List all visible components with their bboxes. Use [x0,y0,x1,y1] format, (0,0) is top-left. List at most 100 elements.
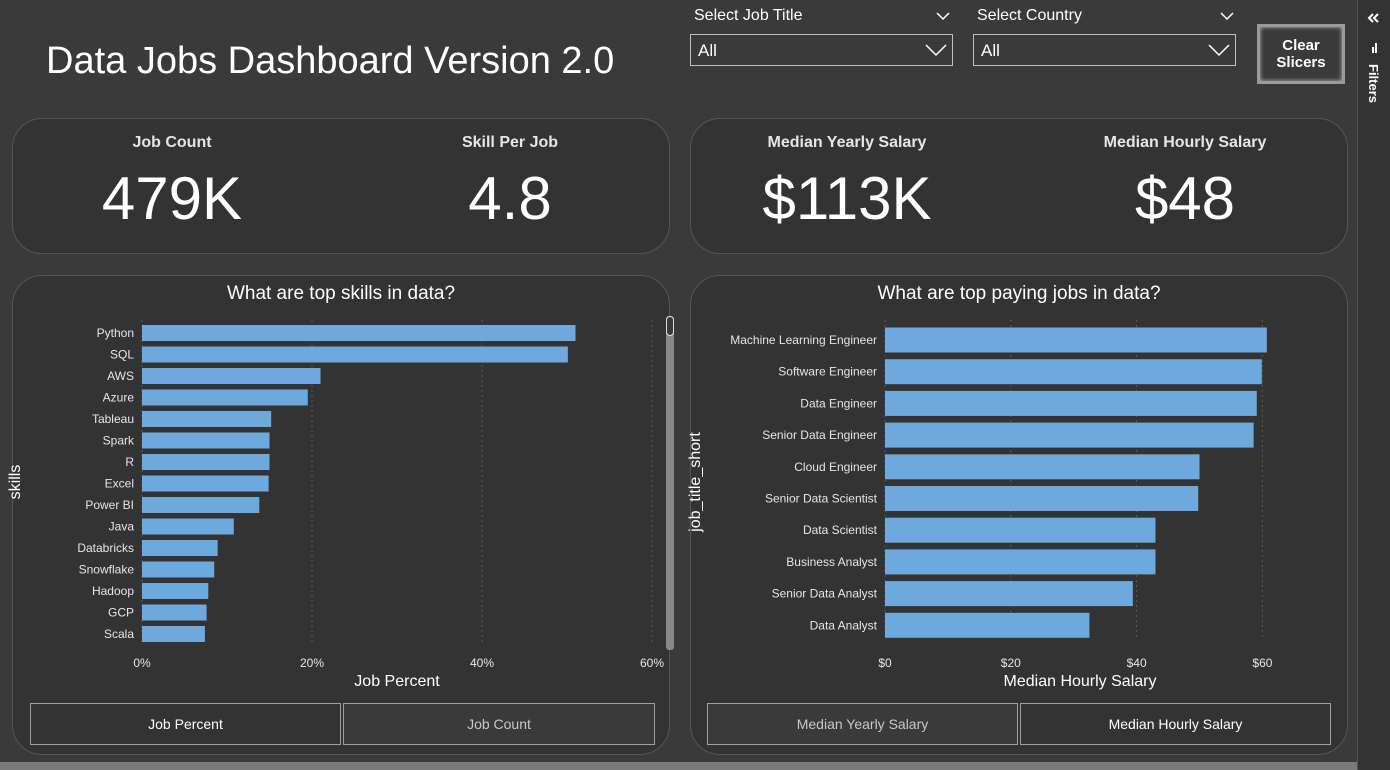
bar [885,390,1257,416]
y-tick-label: AWS [107,369,134,383]
x-tick-label: 20% [300,656,324,670]
x-axis-title: Job Percent [354,673,440,690]
y-tick-label: Snowflake [79,563,135,577]
y-tick-label: Senior Data Scientist [765,492,878,506]
bar [142,389,308,406]
bar [885,327,1267,353]
x-tick-label: $60 [1252,656,1272,670]
tab-job-percent-label: Job Percent [148,716,223,732]
bar [142,518,234,535]
bar [885,454,1200,480]
y-tick-label: Senior Data Analyst [772,587,878,601]
skills-bar-chart: 0% 20% 40% 60% Python SQL AWS Azure Tableau Spark… [7,320,664,690]
tab-median-hourly-label: Median Hourly Salary [1108,716,1243,732]
tab-job-percent[interactable]: Job Percent [30,703,341,745]
skills-chart-scroll-handle[interactable] [666,316,674,336]
y-tick-label: Data Scientist [803,523,878,537]
y-tick-label: SQL [110,348,134,362]
x-tick-label: 40% [470,656,494,670]
skill-per-job-label: Skill Per Job [461,134,559,151]
bar [885,549,1156,575]
job-count-value: 479K [101,165,243,232]
y-tick-label: Excel [105,477,134,491]
dashboard-title: Data Jobs Dashboard Version 2.0 [46,40,615,82]
bar [885,359,1262,385]
tab-job-count-label: Job Count [467,716,531,732]
country-slicer-dropdown[interactable]: All [973,34,1236,66]
y-axis-title: skills [7,465,24,500]
bar [142,497,260,513]
bar [142,540,218,556]
horizontal-scrollbar[interactable] [0,762,1357,770]
x-tick-label: 60% [640,656,664,670]
y-tick-label: Power BI [85,498,134,512]
filter-icon[interactable] [1369,42,1379,54]
median-yearly-salary-value: $113K [762,165,932,232]
bar [885,581,1133,607]
country-slicer-value: All [981,41,1000,60]
bar [142,411,272,427]
clear-slicers-label: Clear Slicers [1276,37,1326,71]
bar [142,583,209,599]
bar [142,626,205,642]
y-tick-label: Data Analyst [810,618,878,632]
y-tick-label: Azure [103,391,135,405]
bar [142,432,270,449]
x-tick-label: $20 [1001,656,1021,670]
job-title-slicer-value: All [698,41,717,60]
chevron-down-icon [1208,44,1230,57]
bar [885,612,1090,638]
y-tick-label: Software Engineer [778,365,877,379]
median-hourly-salary-value: $48 [1134,165,1236,232]
y-tick-label: GCP [108,606,134,620]
y-tick-label: Machine Learning Engineer [730,333,877,347]
bar [142,604,207,621]
tab-median-hourly-salary[interactable]: Median Hourly Salary [1020,703,1331,745]
skill-per-job-value: 4.8 [468,165,552,232]
collapse-icon[interactable] [1367,12,1379,24]
job-count-label: Job Count [132,134,212,151]
chevron-down-icon [925,44,947,57]
tab-median-yearly-label: Median Yearly Salary [796,716,929,732]
y-tick-label: Scala [104,627,134,641]
y-tick-label: Cloud Engineer [794,460,877,474]
y-tick-label: Data Engineer [800,396,877,410]
salary-bar-chart: $0 $20 $40 $60 Machine Learning Engineer Soft… [687,320,1273,690]
y-tick-label: Tableau [92,412,134,426]
bar [885,422,1254,448]
bar [142,346,568,363]
bar [885,517,1156,543]
y-tick-label: Hadoop [92,584,134,598]
job-title-slicer-label: Select Job Title [694,7,803,24]
y-tick-label: R [125,455,134,469]
bar [142,368,321,384]
job-title-slicer-dropdown[interactable]: All [690,34,953,66]
x-tick-label: 0% [133,656,151,670]
filters-pane[interactable] [1357,0,1390,770]
chevron-down-icon[interactable] [1218,10,1236,22]
x-axis-title: Median Hourly Salary [1004,673,1157,690]
filters-pane-label[interactable]: Filters [1366,64,1381,103]
clear-slicers-button[interactable]: Clear Slicers [1257,24,1345,84]
x-tick-label: $0 [878,656,892,670]
y-tick-label: Databricks [77,541,134,555]
x-tick-label: $40 [1127,656,1147,670]
y-tick-label: Business Analyst [786,555,877,569]
bar [885,486,1199,511]
bar [142,325,576,341]
median-hourly-salary-label: Median Hourly Salary [1103,134,1267,151]
y-tick-label: Spark [103,434,135,448]
country-slicer-label: Select Country [977,7,1082,24]
y-axis-title: job_title_short [687,432,704,533]
bar [142,561,215,578]
skills-chart-scrollbar[interactable] [666,316,674,650]
tab-job-count[interactable]: Job Count [343,703,655,745]
y-tick-label: Senior Data Engineer [762,428,877,442]
bar [142,475,269,492]
y-tick-label: Java [109,520,135,534]
median-yearly-salary-label: Median Yearly Salary [767,134,927,151]
chevron-down-icon[interactable] [934,10,952,22]
bar [142,454,270,470]
y-tick-label: Python [97,326,134,340]
tab-median-yearly-salary[interactable]: Median Yearly Salary [707,703,1018,745]
